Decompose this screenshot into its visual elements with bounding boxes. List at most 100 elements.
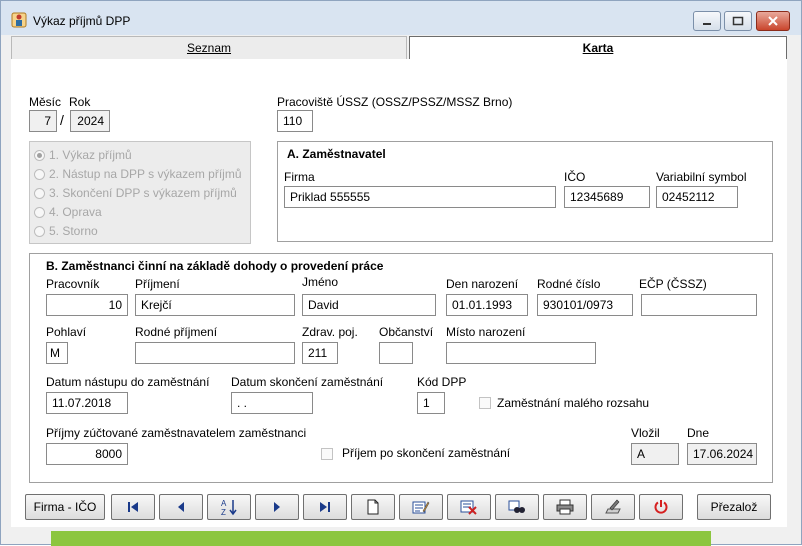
pracovnik-label: Pracovník [46,277,100,291]
po-skonceni-label: Příjem po skončení zaměstnání [342,446,511,460]
title-bar: Výkaz příjmů DPP [1,1,801,35]
tab-seznam-label: Seznam [186,41,232,55]
maximize-button[interactable] [724,11,752,31]
rodne-prijmeni-label: Rodné příjmení [135,325,218,339]
kod-dpp-field[interactable]: 1 [417,392,445,414]
radio-icon [34,187,45,199]
jmeno-label: Jméno [302,275,339,289]
rodne-cislo-label: Rodné číslo [537,277,601,291]
search-icon [508,500,525,513]
firma-ico-button[interactable]: Firma - IČO [25,494,105,520]
obcanstvi-field[interactable] [379,342,413,364]
sort-button[interactable]: A Z [207,494,251,520]
pohlavi-label: Pohlaví [46,325,87,339]
delete-record-button[interactable] [447,494,491,520]
tab-seznam[interactable]: Seznam [11,36,407,60]
svg-text:A: A [221,499,227,508]
prijmeni-field[interactable]: Krejčí [135,294,295,316]
print-button[interactable] [543,494,587,520]
employee-title: B. Zaměstnanci činní na základě dohody o… [46,259,384,273]
card-panel: Měsíc Rok 7 / 2024 Pracoviště ÚSSZ (OSSZ… [11,59,787,527]
obcanstvi-label: Občanství [379,325,434,339]
radio-icon [34,168,45,180]
search-button[interactable] [495,494,539,520]
edit-record-button[interactable] [399,494,443,520]
prijmy-field[interactable]: 8000 [46,443,128,465]
kod-dpp-label: Kód DPP [417,375,467,389]
prezaloz-button[interactable]: Přezalož [697,494,771,520]
new-record-button[interactable] [351,494,395,520]
report-type-group: 1. Výkaz příjmů 2. Nástup na DPP s výkaz… [29,141,251,244]
ecp-label: EČP (ČSSZ) [639,277,707,291]
last-record-button[interactable] [303,494,347,520]
close-form-button[interactable] [639,494,683,520]
misto-narozeni-field[interactable] [446,342,596,364]
last-record-icon [320,502,330,512]
rodne-cislo-field[interactable]: 930101/0973 [537,294,633,316]
report-type-option-4[interactable]: 4. Oprava [34,203,102,221]
ossz-field[interactable]: 110 [277,110,313,132]
month-field[interactable]: 7 [29,110,57,132]
datum-skonceni-label: Datum skončení zaměstnání [231,375,384,389]
tab-karta-label: Karta [582,41,614,55]
radio-icon [34,206,45,218]
next-record-icon [274,502,280,512]
datum-nastupu-label: Datum nástupu do zaměstnání [46,375,210,389]
sort-az-icon: A Z [221,499,237,516]
app-window: Výkaz příjmů DPP Seznam Karta Měsíc Rok … [0,0,802,546]
export-icon [605,499,621,514]
pracovnik-field[interactable]: 10 [46,294,128,316]
radio-selected-icon [34,149,45,161]
minimize-button[interactable] [693,11,721,31]
maly-rozsah-label: Zaměstnání malého rozsahu [497,396,650,410]
report-type-option-3-label: 3. Skončení DPP s výkazem příjmů [49,186,237,200]
edit-icon [412,501,430,514]
firma-field[interactable]: Priklad 555555 [284,186,556,208]
report-type-option-2[interactable]: 2. Nástup na DPP s výkazem příjmů [34,165,242,183]
close-icon [768,16,778,26]
close-button[interactable] [756,11,790,31]
datum-nastupu-field[interactable]: 11.07.2018 [46,392,128,414]
prijmy-label: Příjmy zúčtované zaměstnavatelem zaměstn… [46,426,307,440]
radio-icon [34,225,45,237]
year-label: Rok [69,95,91,109]
new-record-icon [367,499,379,515]
period-separator: / [60,112,64,128]
report-type-option-5[interactable]: 5. Storno [34,222,98,240]
report-type-option-3[interactable]: 3. Skončení DPP s výkazem příjmů [34,184,237,202]
tab-karta[interactable]: Karta [409,36,787,60]
datum-skonceni-field[interactable]: . . [231,392,313,414]
delete-icon [460,500,477,515]
previous-record-button[interactable] [159,494,203,520]
ecp-field[interactable] [641,294,757,316]
po-skonceni-checkbox[interactable] [321,448,333,460]
pohlavi-field[interactable]: M [46,342,68,364]
minimize-icon [703,23,711,25]
print-icon [556,499,574,515]
next-record-button[interactable] [255,494,299,520]
power-icon [654,500,668,514]
previous-record-icon [178,502,184,512]
variable-symbol-field[interactable]: 02452112 [656,186,738,208]
export-button[interactable] [591,494,635,520]
app-logo-icon [11,12,27,28]
ico-field[interactable]: 12345689 [564,186,650,208]
report-type-option-1[interactable]: 1. Výkaz příjmů [34,146,132,164]
zdrav-poj-label: Zdrav. poj. [302,325,358,339]
ossz-label: Pracoviště ÚSSZ (OSSZ/PSSZ/MSSZ Brno) [277,95,513,109]
report-type-option-2-label: 2. Nástup na DPP s výkazem příjmů [49,167,242,181]
year-field[interactable]: 2024 [70,110,110,132]
rodne-prijmeni-field[interactable] [135,342,295,364]
zdrav-poj-field[interactable]: 211 [302,342,338,364]
den-narozeni-label: Den narození [446,277,519,291]
jmeno-field[interactable]: David [302,294,436,316]
misto-narozeni-label: Místo narození [446,325,526,339]
maly-rozsah-checkbox[interactable] [479,397,491,409]
employer-title: A. Zaměstnavatel [287,147,386,161]
variable-symbol-label: Variabilní symbol [656,170,747,184]
report-type-option-5-label: 5. Storno [49,224,98,238]
dne-label: Dne [687,426,710,440]
den-narozeni-field[interactable]: 01.01.1993 [446,294,528,316]
first-record-button[interactable] [111,494,155,520]
report-type-option-4-label: 4. Oprava [49,205,102,219]
